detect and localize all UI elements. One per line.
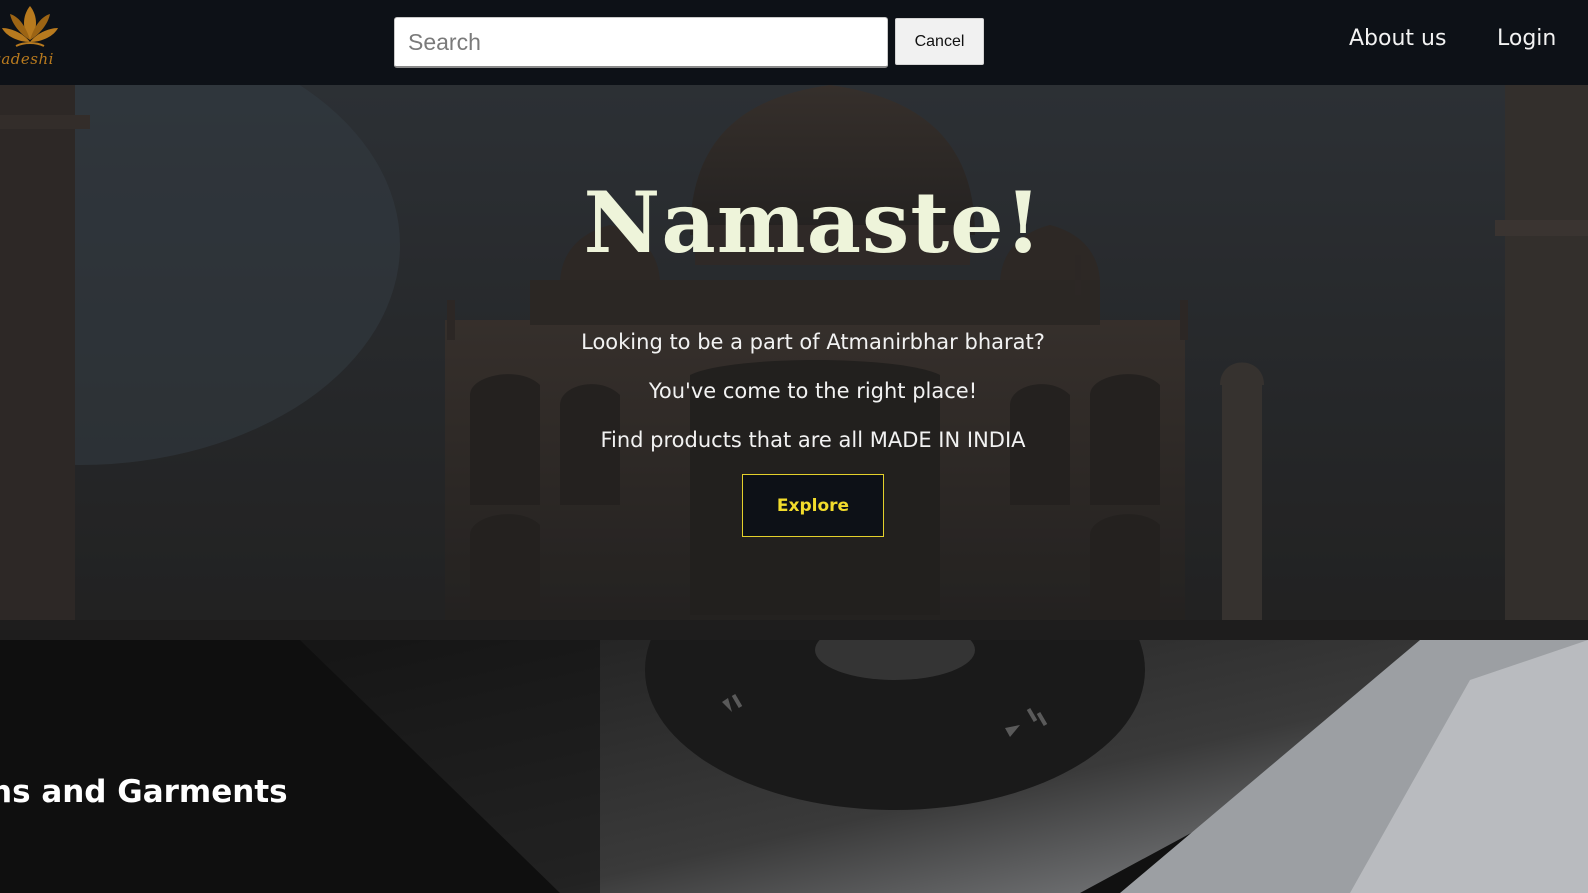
logo-text: wadeshi <box>0 50 54 68</box>
search-input[interactable] <box>394 17 888 68</box>
nav-login-link[interactable]: Login <box>1497 26 1556 51</box>
hero-title: Namaste! <box>583 173 1043 272</box>
explore-button[interactable]: Explore <box>742 474 884 537</box>
hero-subtitle-1: Looking to be a part of Atmanirbhar bhar… <box>581 330 1045 354</box>
hero-subtitle-3: Find products that are all MADE IN INDIA <box>600 428 1026 452</box>
navbar: wadeshi Cancel About us Login <box>0 0 1588 85</box>
cancel-button[interactable]: Cancel <box>895 18 984 65</box>
lotus-icon <box>2 6 58 47</box>
hero-subtitle-2: You've come to the right place! <box>648 379 978 403</box>
nav-about-us-link[interactable]: About us <box>1349 26 1446 51</box>
music-player-background-image <box>0 640 1588 893</box>
hero-section: Namaste! Looking to be a part of Atmanir… <box>0 85 1588 640</box>
category-section[interactable]: hs and Garments <box>0 640 1588 893</box>
brand-logo[interactable]: wadeshi <box>0 0 74 80</box>
category-title: hs and Garments <box>0 774 288 810</box>
hero-overlay <box>0 85 1588 640</box>
